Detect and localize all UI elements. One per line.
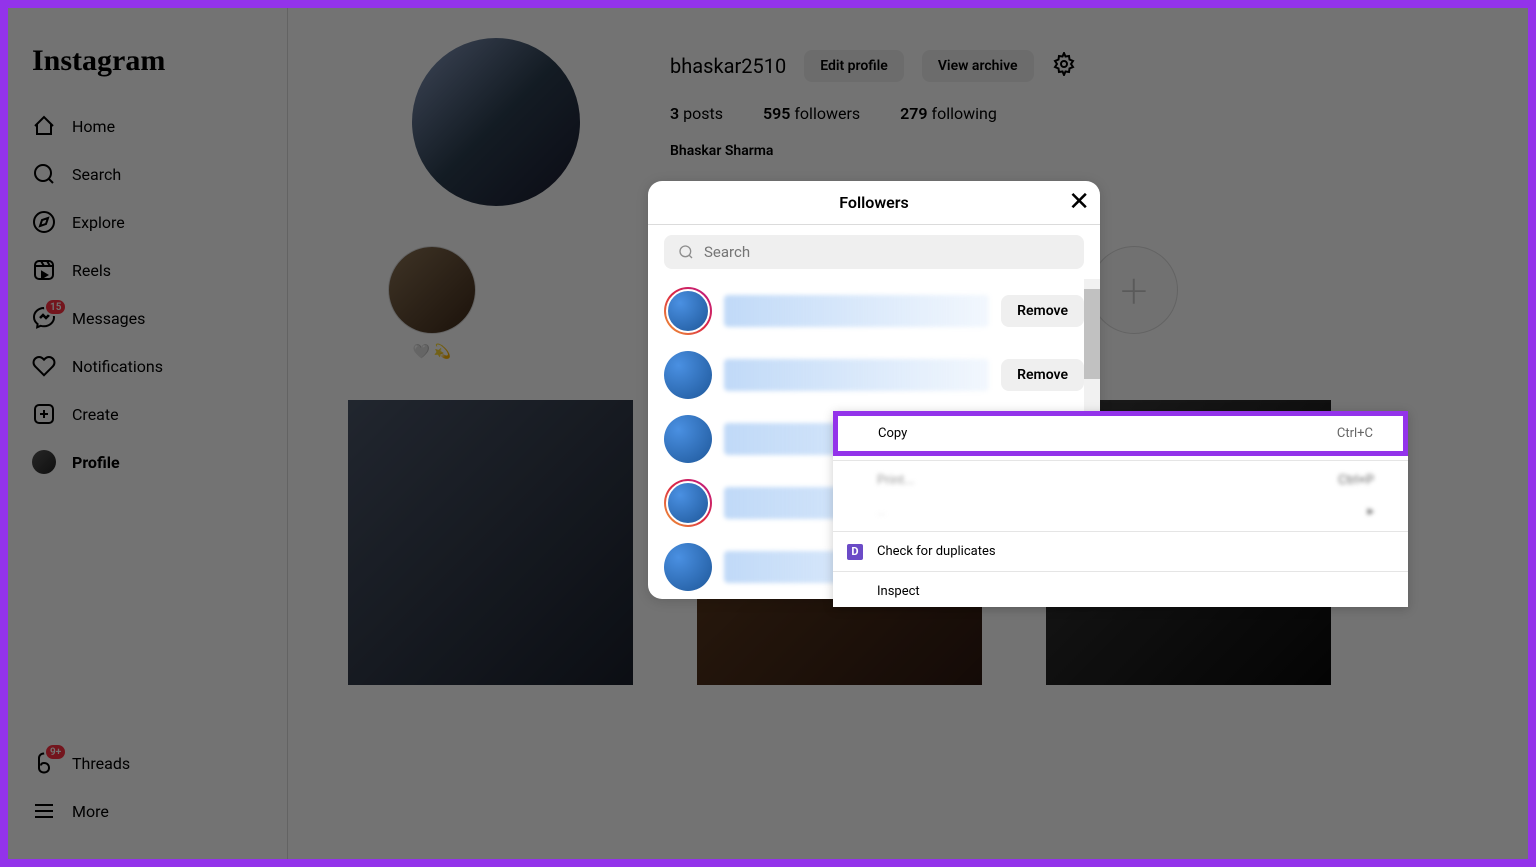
avatar-icon	[32, 450, 56, 474]
profile-stats: 3 posts 595 followers 279 following	[670, 104, 1468, 123]
follower-avatar[interactable]	[664, 287, 712, 335]
follower-avatar[interactable]	[664, 415, 712, 463]
nav-label: Threads	[72, 754, 130, 773]
plus-square-icon	[32, 402, 56, 426]
nav-explore[interactable]: Explore	[20, 198, 275, 246]
highlight-item[interactable]: 🤍 💫	[388, 246, 476, 360]
nav-label: Search	[72, 165, 121, 184]
settings-icon[interactable]	[1052, 52, 1076, 80]
nav-label: More	[72, 802, 109, 821]
follower-avatar[interactable]	[664, 543, 712, 591]
follower-item: Remove	[648, 343, 1100, 407]
nav-create[interactable]: Create	[20, 390, 275, 438]
threads-badge: 9+	[44, 743, 67, 761]
ctx-label: Check for duplicates	[877, 544, 996, 559]
post-thumbnail[interactable]	[348, 400, 633, 685]
chevron-right-icon: ▸	[1367, 504, 1374, 519]
menu-icon	[32, 799, 56, 823]
ctx-copy[interactable]: Copy Ctrl+C	[833, 411, 1408, 456]
edit-profile-button[interactable]: Edit profile	[804, 50, 904, 82]
search-icon	[32, 162, 56, 186]
ctx-shortcut: Ctrl+P	[1338, 473, 1374, 488]
plus-icon: +	[1120, 262, 1147, 319]
nav-label: Notifications	[72, 357, 163, 376]
username: bhaskar2510	[670, 54, 786, 78]
reels-icon	[32, 258, 56, 282]
nav-label: Reels	[72, 261, 111, 280]
ctx-label: Print...	[877, 473, 914, 488]
ctx-print[interactable]: Print... Ctrl+P	[833, 465, 1408, 496]
nav-notifications[interactable]: Notifications	[20, 342, 275, 390]
following-count[interactable]: 279 following	[900, 104, 997, 123]
search-icon	[678, 244, 694, 260]
context-menu: Copy Ctrl+C Print... Ctrl+P … ▸ D Check …	[833, 411, 1408, 607]
follower-item: Remove	[648, 279, 1100, 343]
nav-home[interactable]: Home	[20, 102, 275, 150]
follower-avatar[interactable]	[664, 479, 712, 527]
messages-badge: 15	[44, 298, 67, 316]
ctx-label: Inspect	[877, 584, 920, 599]
nav-search[interactable]: Search	[20, 150, 275, 198]
ctx-shortcut: Ctrl+C	[1337, 426, 1373, 441]
nav-reels[interactable]: Reels	[20, 246, 275, 294]
remove-button[interactable]: Remove	[1001, 295, 1084, 327]
followers-count[interactable]: 595 followers	[763, 104, 860, 123]
search-input[interactable]	[704, 243, 1070, 261]
nav-label: Explore	[72, 213, 125, 232]
profile-picture[interactable]	[412, 38, 580, 206]
nav-messages[interactable]: 15 Messages	[20, 294, 275, 342]
nav-label: Home	[72, 117, 115, 136]
posts-count: 3 posts	[670, 104, 723, 123]
nav-more[interactable]: More	[20, 787, 275, 835]
nav-profile[interactable]: Profile	[20, 438, 275, 486]
sidebar: Instagram Home Search Explore Reels 15 M…	[8, 8, 288, 859]
heart-icon	[32, 354, 56, 378]
follower-username[interactable]	[724, 295, 989, 327]
modal-title: Followers	[839, 193, 908, 212]
view-archive-button[interactable]: View archive	[922, 50, 1034, 82]
home-icon	[32, 114, 56, 138]
ctx-label: Copy	[878, 426, 907, 441]
nav-label: Profile	[72, 453, 120, 472]
ctx-inspect[interactable]: Inspect	[833, 576, 1408, 607]
compass-icon	[32, 210, 56, 234]
remove-button[interactable]: Remove	[1001, 359, 1084, 391]
close-button[interactable]: ✕	[1068, 189, 1090, 215]
nav-threads[interactable]: 9+ Threads	[20, 739, 275, 787]
search-box[interactable]	[664, 235, 1084, 269]
instagram-logo[interactable]: Instagram	[20, 32, 275, 102]
ctx-submenu[interactable]: … ▸	[833, 496, 1408, 527]
display-name: Bhaskar Sharma	[670, 143, 1468, 159]
duplicate-icon: D	[847, 544, 863, 560]
follower-avatar[interactable]	[664, 351, 712, 399]
nav-label: Create	[72, 405, 119, 424]
follower-username[interactable]	[724, 359, 989, 391]
nav-label: Messages	[72, 309, 145, 328]
highlight-new[interactable]: +	[1090, 246, 1178, 360]
ctx-duplicates[interactable]: D Check for duplicates	[833, 536, 1408, 567]
